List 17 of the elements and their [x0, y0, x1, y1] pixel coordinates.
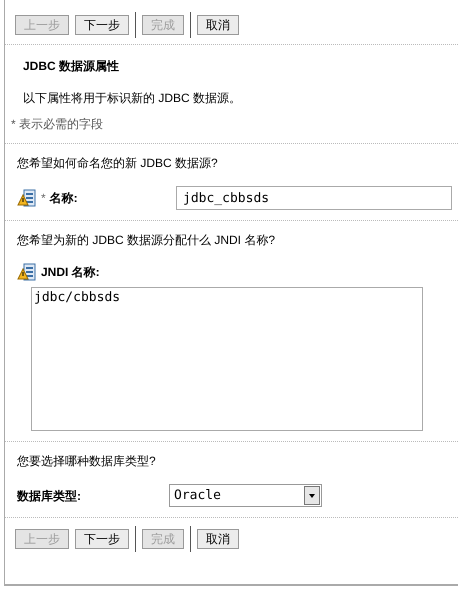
field-label: JNDI 名称: [41, 264, 100, 281]
name-field[interactable]: jdbc_cbbsds [176, 186, 452, 210]
toolbar-button[interactable]: 下一步 [75, 529, 129, 549]
required-mark: * [41, 190, 46, 207]
section-question: 您要选择哪种数据库类型? [17, 453, 157, 470]
description: 以下属性将用于标识新的 JDBC 数据源。 [22, 90, 242, 107]
field-label: 数据库类型: [17, 488, 81, 504]
toolbar-button[interactable]: 取消 [197, 15, 239, 35]
jndi-name-field[interactable]: jdbc/cbbsds [31, 287, 423, 431]
field-label: 名称: [50, 190, 78, 207]
page-title: JDBC 数据源属性 [22, 58, 120, 75]
section-question: 您希望如何命名您的新 JDBC 数据源? [17, 155, 219, 172]
required-note: * 表示必需的字段 [10, 116, 104, 133]
database-type-dropdown[interactable]: Oracle [169, 484, 322, 507]
toolbar-button[interactable]: 取消 [197, 529, 239, 549]
toolbar-button[interactable]: 下一步 [75, 15, 129, 35]
section-question: 您希望为新的 JDBC 数据源分配什么 JNDI 名称? [17, 232, 276, 249]
